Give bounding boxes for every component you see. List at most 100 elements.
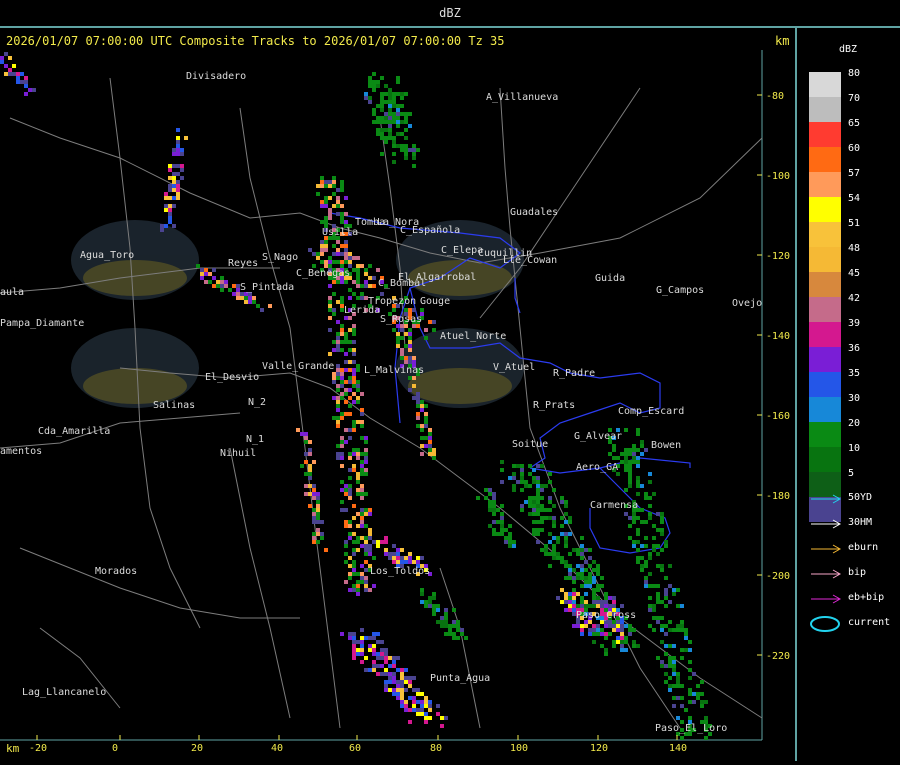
echo-cell	[592, 592, 596, 596]
echo-cell	[664, 576, 668, 580]
echo-cell	[340, 464, 344, 468]
echo-cell	[184, 136, 188, 140]
echo-cell	[348, 632, 352, 636]
echo-cell	[580, 552, 584, 556]
echo-cell	[652, 548, 656, 552]
echo-cell	[664, 592, 668, 596]
echo-cell	[428, 704, 432, 708]
echo-cell	[488, 500, 492, 504]
echo-cell	[564, 600, 568, 604]
radar-map-panel[interactable]: Divisadero A_Villanueva Guadales La_Nora C_E…	[0, 28, 797, 761]
echo-cell	[332, 192, 336, 196]
echo-cell	[520, 508, 524, 512]
echo-cell	[636, 540, 640, 544]
echo-cell	[344, 392, 348, 396]
echo-cell	[340, 372, 344, 376]
echo-cell	[656, 592, 660, 596]
echo-cell	[316, 504, 320, 508]
echo-cell	[332, 380, 336, 384]
echo-cell	[540, 548, 544, 552]
echo-cell	[388, 552, 392, 556]
echo-cell	[20, 72, 24, 76]
echo-cell	[592, 640, 596, 644]
echo-cell	[364, 668, 368, 672]
echo-cell	[396, 124, 400, 128]
echo-cell	[592, 568, 596, 572]
echo-cell	[356, 296, 360, 300]
x-tick-label: -20	[29, 743, 47, 754]
echo-cell	[580, 600, 584, 604]
echo-cell	[668, 656, 672, 660]
echo-cell	[596, 564, 600, 568]
echo-cell	[660, 520, 664, 524]
echo-cell	[624, 448, 628, 452]
echo-cell	[536, 492, 540, 496]
echo-cell	[364, 284, 368, 288]
echo-cell	[16, 72, 20, 76]
echo-cell	[496, 532, 500, 536]
echo-cell	[324, 220, 328, 224]
echo-cell	[332, 292, 336, 296]
echo-cell	[540, 496, 544, 500]
legend-swatch	[809, 72, 841, 97]
echo-cell	[596, 604, 600, 608]
echo-cell	[696, 692, 700, 696]
echo-cell	[248, 296, 252, 300]
echo-cell	[340, 204, 344, 208]
echo-cell	[432, 604, 436, 608]
echo-cell	[420, 592, 424, 596]
echo-cell	[360, 544, 364, 548]
echo-cell	[200, 268, 204, 272]
echo-cell	[640, 564, 644, 568]
echo-cell	[600, 628, 604, 632]
echo-cell	[456, 628, 460, 632]
echo-cell	[360, 464, 364, 468]
echo-cell	[176, 180, 180, 184]
echo-cell	[308, 448, 312, 452]
echo-cell	[388, 688, 392, 692]
echo-cell	[588, 604, 592, 608]
echo-cell	[652, 628, 656, 632]
echo-cell	[432, 612, 436, 616]
echo-cell	[396, 104, 400, 108]
echo-cell	[332, 280, 336, 284]
echo-cell	[232, 292, 236, 296]
echo-cell	[564, 608, 568, 612]
echo-cell	[672, 628, 676, 632]
echo-cell	[404, 308, 408, 312]
echo-cell	[312, 488, 316, 492]
echo-cell	[596, 572, 600, 576]
echo-cell	[608, 604, 612, 608]
echo-cell	[564, 544, 568, 548]
echo-cell	[660, 512, 664, 516]
x-tick-label: 60	[349, 743, 361, 754]
echo-cell	[632, 544, 636, 548]
echo-cell	[404, 332, 408, 336]
echo-cell	[364, 580, 368, 584]
place-label: C_Española	[400, 225, 460, 236]
echo-cell	[592, 596, 596, 600]
echo-cell	[344, 560, 348, 564]
echo-cell	[572, 580, 576, 584]
echo-cell	[700, 680, 704, 684]
echo-cell	[564, 592, 568, 596]
echo-cell	[380, 120, 384, 124]
echo-cell	[416, 556, 420, 560]
echo-cell	[492, 520, 496, 524]
echo-cell	[328, 260, 332, 264]
echo-cell	[396, 680, 400, 684]
echo-cell	[336, 404, 340, 408]
echo-cell	[676, 624, 680, 628]
echo-cell	[336, 420, 340, 424]
echo-cell	[348, 556, 352, 560]
echo-cell	[340, 368, 344, 372]
legend-swatch	[809, 447, 841, 472]
echo-cell	[596, 628, 600, 632]
echo-cell	[220, 276, 224, 280]
place-label: G_Alvear	[574, 431, 622, 442]
echo-cell	[384, 100, 388, 104]
echo-cell	[372, 112, 376, 116]
echo-cell	[552, 504, 556, 508]
place-label: Atuel_Norte	[440, 331, 506, 342]
echo-cell	[692, 672, 696, 676]
